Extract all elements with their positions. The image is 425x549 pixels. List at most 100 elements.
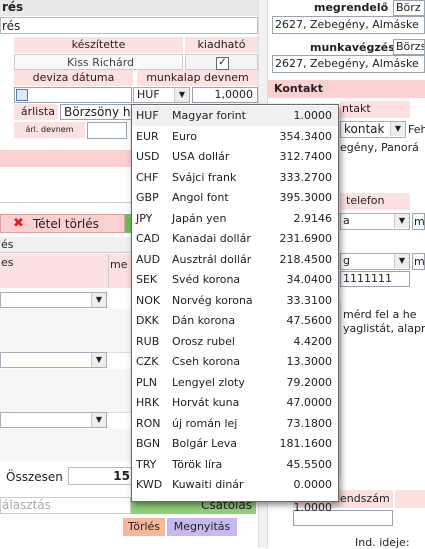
currency-option-rub[interactable]: RUB Orosz rubel 4.4200: [132, 332, 338, 352]
csatolas-select[interactable]: álasztás: [0, 497, 131, 514]
address1-value: 2627, Zebegény, Almáske: [275, 18, 419, 31]
items-header-text: és: [1, 238, 14, 251]
note-line-2: yaglistát, alapr: [343, 322, 425, 335]
torles-button[interactable]: Törlés: [123, 518, 165, 536]
address1-field[interactable]: 2627, Zebegény, Almáske: [272, 16, 425, 34]
currency-code: DKK: [136, 314, 159, 327]
address2-value: 2627, Zebegény, Almáske: [275, 57, 419, 70]
currency-option-nok[interactable]: NOK Norvég korona 33.3100: [132, 291, 338, 311]
currency-select[interactable]: HUF ▼: [133, 87, 190, 103]
currency-code: PLN: [136, 375, 157, 389]
currency-option-try[interactable]: TRY Török líra 45.5500: [132, 455, 338, 475]
rate-input[interactable]: 1,0000: [192, 87, 258, 103]
arlista-value: Börzsöny h: [64, 105, 131, 119]
currency-option-pln[interactable]: PLN Lengyel zloty 79.2000: [132, 373, 338, 393]
currency-code: CHF: [136, 170, 159, 184]
currency-option-ron[interactable]: RON új román lej 73.1800: [132, 414, 338, 434]
item-row-3-select[interactable]: ▼: [0, 412, 107, 428]
currency-rate: 13.3000: [286, 355, 333, 368]
currency-rate: 181.1600: [279, 437, 333, 450]
currency-dropdown: HUF Magyar forint 1.0000 EUR Euro 354.3400 USD…: [131, 104, 339, 514]
currency-option-sek[interactable]: SEK Svéd korona 34.0400: [132, 270, 338, 290]
currency-rate: 47.5600: [286, 314, 333, 327]
calendar-icon[interactable]: [16, 89, 28, 101]
currency-rate: 218.4500: [279, 252, 333, 266]
currency-rate: 33.3100: [286, 293, 333, 307]
chevron-down-icon[interactable]: ▼: [394, 214, 409, 228]
megrendelo-field[interactable]: Börz: [393, 0, 425, 16]
currency-code: USD: [136, 150, 160, 163]
kontakt-row-2-select[interactable]: g ▼: [340, 253, 410, 270]
currency-rate: 395.3000: [279, 191, 333, 204]
kontakt-address-fragment: egény, Panorá: [340, 141, 419, 154]
kontakt-subheader: ntakt: [340, 101, 410, 118]
currency-code: SEK: [136, 273, 158, 286]
currency-code: GBP: [136, 191, 159, 204]
currency-rate: 34.0400: [286, 273, 333, 286]
item-row-1-bg: [0, 309, 133, 353]
chevron-down-icon[interactable]: ▼: [91, 293, 106, 307]
kiadhato-cell: ✓: [185, 54, 258, 70]
kontakt-row-1-text: a: [343, 214, 350, 227]
currency-option-gbp[interactable]: GBP Angol font 395.3000: [132, 188, 338, 208]
currency-code: AUD: [136, 252, 161, 266]
currency-option-hrk[interactable]: HRK Horvát kuna 47.0000: [132, 393, 338, 413]
tetel-torles-button[interactable]: ✖ Tétel törlés: [0, 214, 125, 233]
left-title-fragment-2[interactable]: rés: [0, 17, 258, 34]
munkavegzes-label: munkavégzés: [310, 41, 395, 54]
osszesen-label: Összesen: [6, 470, 63, 484]
kontakt-row-1-field[interactable]: m: [412, 213, 425, 230]
rendszam-header-right: [395, 490, 425, 508]
note-area[interactable]: mérd fel a he yaglistát, alapr: [340, 302, 425, 477]
currency-rate: 0.0000: [293, 478, 333, 491]
item-row-2-select[interactable]: ▼: [0, 352, 107, 368]
deviza-datuma-input[interactable]: [14, 87, 132, 103]
kontakt-row-2-text: g: [343, 254, 350, 267]
chevron-down-icon[interactable]: ▼: [394, 254, 409, 268]
kontakt-row-2-field[interactable]: m: [412, 253, 425, 270]
kontakt-select-value: kontak: [344, 122, 385, 136]
kiadhato-checkbox[interactable]: ✓: [216, 57, 229, 70]
items-subheader: es: [0, 254, 108, 288]
kontakt-row-1-select[interactable]: a ▼: [340, 213, 410, 230]
keszitette-field: Kiss Richárd: [14, 54, 183, 70]
chevron-down-icon[interactable]: ▼: [91, 353, 106, 367]
tetel-torles-label: Tétel törlés: [33, 217, 99, 231]
currency-rate: 333.2700: [279, 170, 333, 184]
arlista-field[interactable]: Börzsöny h: [60, 104, 132, 120]
currency-option-huf[interactable]: HUF Magyar forint 1.0000: [132, 106, 338, 126]
megrendelo-label: megrendelő: [314, 1, 389, 14]
currency-option-cad[interactable]: CAD Kanadai dollár 231.6900: [132, 229, 338, 249]
arl-devnem-field[interactable]: [87, 122, 127, 139]
currency-option-eur[interactable]: EUR Euro 354.3400: [132, 127, 338, 147]
currency-option-aud[interactable]: AUD Ausztrál dollár 218.4500: [132, 250, 338, 270]
currency-option-jpy[interactable]: JPY Japán yen 2.9146: [132, 209, 338, 229]
currency-option-usd[interactable]: USD USA dollár 312.7400: [132, 147, 338, 167]
kontakt-row-2-value: m: [414, 255, 425, 268]
chevron-down-icon[interactable]: ▼: [390, 122, 405, 136]
chevron-down-icon[interactable]: ▼: [91, 413, 106, 427]
keszitette-header: készítette: [14, 37, 183, 53]
chevron-down-icon[interactable]: ▼: [174, 88, 189, 102]
currency-option-chf[interactable]: CHF Svájci frank 333.2700: [132, 168, 338, 188]
currency-code: EUR: [136, 129, 159, 143]
megnyitas-button[interactable]: Megnyitás: [167, 518, 237, 536]
kontakt-select[interactable]: kontak ▼: [340, 121, 406, 138]
items-subheader-text: es: [1, 256, 14, 269]
osszesen-value: 15: [113, 469, 130, 483]
phone-value: 1111111: [343, 272, 392, 285]
currency-option-czk[interactable]: CZK Cseh korona 13.3000: [132, 352, 338, 372]
phone-field[interactable]: 1111111: [340, 271, 410, 287]
currency-option-kwd[interactable]: KWD Kuwaiti dinár 0.0000: [132, 475, 338, 495]
currency-rate: 4.4200: [293, 334, 333, 348]
currency-option-bgn[interactable]: BGN Bolgár Leva 181.1600: [132, 434, 338, 454]
munkavegzes-field[interactable]: Börzs: [393, 39, 425, 55]
items-col-me: me: [108, 254, 133, 288]
currency-select-value: HUF: [137, 88, 160, 101]
currency-code: KWD: [136, 478, 163, 491]
item-row-1-select[interactable]: ▼: [0, 292, 107, 308]
address2-field[interactable]: 2627, Zebegény, Almáske: [272, 55, 425, 73]
currency-option-dkk[interactable]: DKK Dán korona 47.5600: [132, 311, 338, 331]
currency-code: HRK: [136, 396, 160, 409]
keszitette-value: Kiss Richárd: [67, 56, 134, 69]
